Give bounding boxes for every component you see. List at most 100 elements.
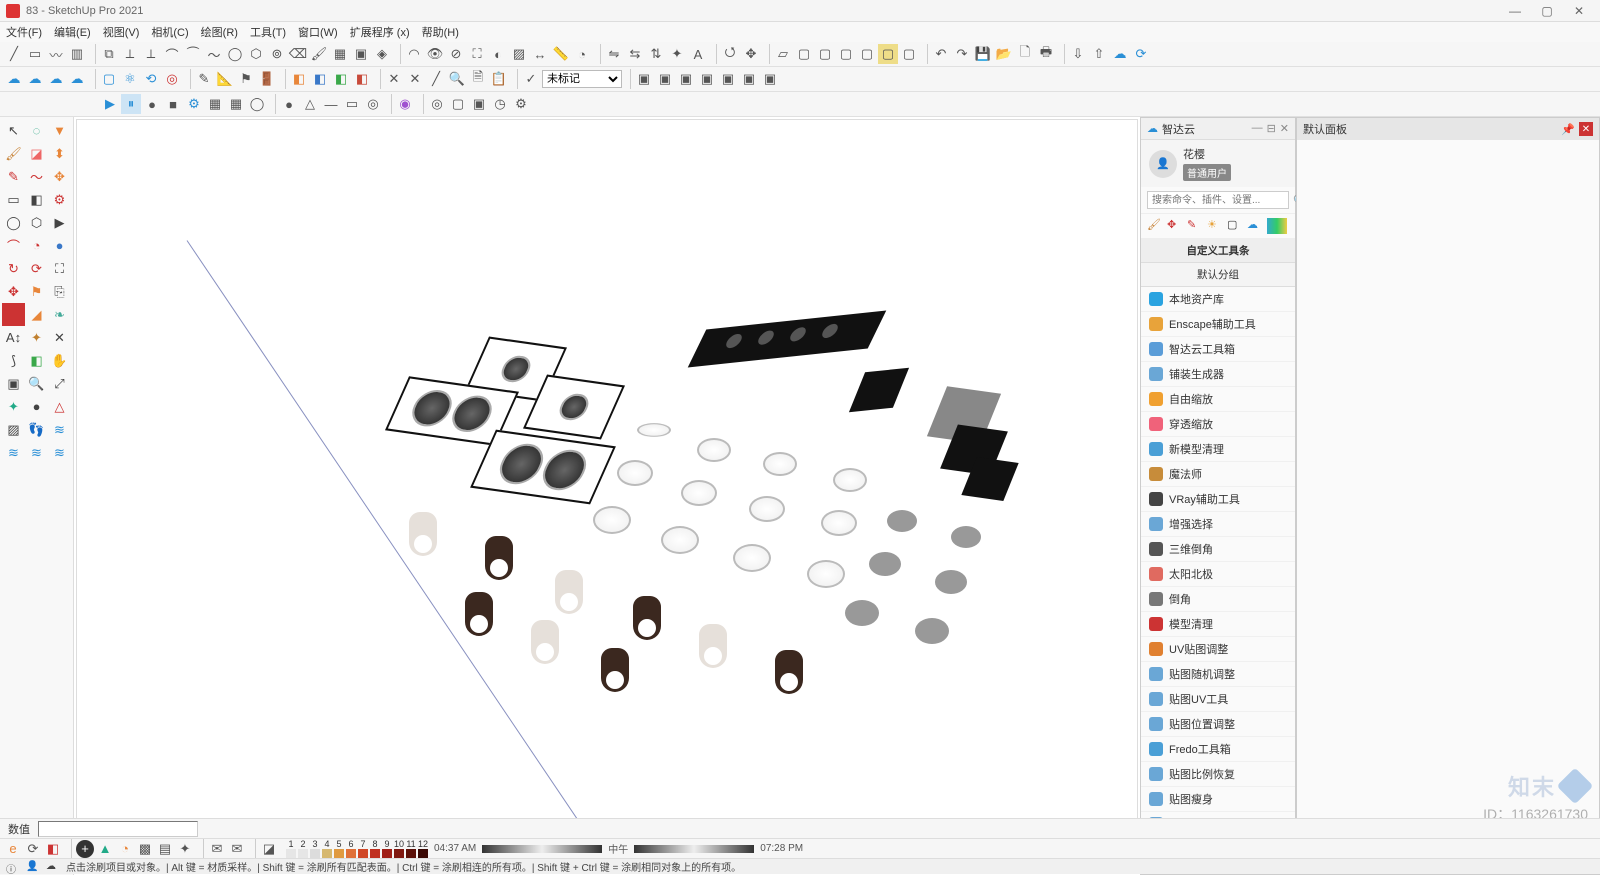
line2-icon[interactable]: ╱ bbox=[426, 69, 446, 89]
g2-icon[interactable]: ▣ bbox=[655, 69, 675, 89]
bt-check-icon[interactable]: ▩ bbox=[136, 840, 154, 858]
cross1-icon[interactable]: ✕ bbox=[384, 69, 404, 89]
qi-box-icon[interactable]: ▢ bbox=[1227, 218, 1243, 234]
front-icon[interactable]: ▢ bbox=[815, 44, 835, 64]
undo-icon[interactable]: ↶ bbox=[931, 44, 951, 64]
circle-tool-icon[interactable]: ◯ bbox=[2, 211, 25, 234]
move-icon[interactable]: ✥ bbox=[48, 165, 71, 188]
stop-icon[interactable]: ■ bbox=[163, 94, 183, 114]
ruler2-icon[interactable]: 📐 bbox=[215, 69, 235, 89]
g3-icon[interactable]: ▣ bbox=[676, 69, 696, 89]
eraser-tool-icon[interactable]: ◪ bbox=[25, 142, 48, 165]
mirror-v-icon[interactable]: ⇅ bbox=[646, 44, 666, 64]
look-icon[interactable]: ◐ bbox=[488, 44, 508, 64]
cloud4-icon[interactable]: ☁ bbox=[67, 69, 87, 89]
plugin-item[interactable]: 贴图比例恢复 bbox=[1141, 762, 1295, 787]
gear2-icon[interactable]: ⚙ bbox=[511, 94, 531, 114]
plugin-close-button[interactable]: ✕ bbox=[1280, 122, 1289, 135]
shade-tri-icon[interactable]: △ bbox=[300, 94, 320, 114]
flip-icon[interactable]: ⇋ bbox=[604, 44, 624, 64]
bt-mail1-icon[interactable]: ✉ bbox=[208, 840, 226, 858]
swatch-orange-icon[interactable]: ◢ bbox=[25, 303, 48, 326]
wave1-icon[interactable]: ≋ bbox=[48, 418, 71, 441]
viewport[interactable] bbox=[76, 119, 1138, 873]
iso-icon[interactable]: ▱ bbox=[773, 44, 793, 64]
plugin-item[interactable]: Enscape辅助工具 bbox=[1141, 312, 1295, 337]
eye-icon[interactable]: 👁 bbox=[425, 44, 445, 64]
feet-icon[interactable]: 👣 bbox=[25, 418, 48, 441]
plugin-item[interactable]: 自由缩放 bbox=[1141, 387, 1295, 412]
minimize-button[interactable]: — bbox=[1500, 2, 1530, 20]
followme-icon[interactable]: ⟳ bbox=[25, 257, 48, 280]
import-icon[interactable]: ⇩ bbox=[1068, 44, 1088, 64]
g6-icon[interactable]: ▣ bbox=[739, 69, 759, 89]
cloud-sync-icon[interactable]: ☁ bbox=[1110, 44, 1130, 64]
qi-sun-icon[interactable]: ☀ bbox=[1207, 218, 1223, 234]
cloud3-icon[interactable]: ☁ bbox=[46, 69, 66, 89]
rotrect-icon[interactable]: ◧ bbox=[25, 188, 48, 211]
status-cloud-icon[interactable]: ☁ bbox=[46, 861, 58, 873]
curve-icon[interactable]: 〜 bbox=[25, 165, 48, 188]
flag2-icon[interactable]: ⚑ bbox=[25, 280, 48, 303]
top-icon[interactable]: ▢ bbox=[794, 44, 814, 64]
hand-icon[interactable]: ✋ bbox=[48, 349, 71, 372]
pan-icon[interactable]: ✥ bbox=[741, 44, 761, 64]
status-help-icon[interactable]: ⓘ bbox=[6, 861, 18, 873]
tag-select[interactable]: 未标记 bbox=[542, 70, 622, 88]
wave3-icon[interactable]: ≋ bbox=[25, 441, 48, 464]
copy-icon[interactable]: ⎘ bbox=[48, 280, 71, 303]
o3-icon[interactable]: ▣ bbox=[469, 94, 489, 114]
pencil-icon[interactable]: ✎ bbox=[2, 165, 25, 188]
plugin-search-input[interactable] bbox=[1147, 191, 1289, 209]
axes2-icon[interactable]: ✦ bbox=[2, 395, 25, 418]
arc1-icon[interactable]: ⌒ bbox=[162, 44, 182, 64]
tape-icon[interactable]: 📏 bbox=[551, 44, 571, 64]
bt-star-icon[interactable]: ✦ bbox=[176, 840, 194, 858]
menu-window[interactable]: 窗口(W) bbox=[298, 24, 338, 40]
section-icon[interactable]: ⧉ bbox=[99, 44, 119, 64]
o4-icon[interactable]: ◷ bbox=[490, 94, 510, 114]
menu-tools-menu[interactable]: 工具(T) bbox=[250, 24, 286, 40]
pie-icon[interactable]: ◔ bbox=[25, 234, 48, 257]
box-blue-icon[interactable]: ◧ bbox=[310, 69, 330, 89]
plugin-item[interactable]: UV贴图调整 bbox=[1141, 637, 1295, 662]
plugin-item[interactable]: 穿透缩放 bbox=[1141, 412, 1295, 437]
plugin-item[interactable]: 增强选择 bbox=[1141, 512, 1295, 537]
left-icon[interactable]: ▢ bbox=[878, 44, 898, 64]
menu-view[interactable]: 视图(V) bbox=[103, 24, 140, 40]
box-orange-icon[interactable]: ◧ bbox=[289, 69, 309, 89]
pause-icon[interactable]: ⏸ bbox=[121, 94, 141, 114]
lasso-icon[interactable]: ◌ bbox=[25, 119, 48, 142]
cloud2-icon[interactable]: ☁ bbox=[25, 69, 45, 89]
leaf-icon[interactable]: ❧ bbox=[48, 303, 71, 326]
maximize-button[interactable]: ▢ bbox=[1532, 2, 1562, 20]
wave2-icon[interactable]: ≋ bbox=[2, 441, 25, 464]
bt-plus-icon[interactable]: + bbox=[76, 840, 94, 858]
select-tool-icon[interactable]: ↖ bbox=[2, 119, 25, 142]
plugin-item[interactable]: VRay辅助工具 bbox=[1141, 487, 1295, 512]
dimension-icon[interactable]: ↔ bbox=[530, 44, 550, 64]
wave4-icon[interactable]: ≋ bbox=[48, 441, 71, 464]
back-icon[interactable]: ▢ bbox=[857, 44, 877, 64]
text-icon[interactable]: A bbox=[688, 44, 708, 64]
walk-icon[interactable]: ⛶ bbox=[467, 44, 487, 64]
selbox-icon[interactable]: ▢ bbox=[99, 69, 119, 89]
erase-icon[interactable]: ⌫ bbox=[288, 44, 308, 64]
close-button[interactable]: ✕ bbox=[1564, 2, 1594, 20]
plugin-pin-button[interactable]: ⊟ bbox=[1267, 122, 1276, 135]
axes-icon[interactable]: ✦ bbox=[667, 44, 687, 64]
gear-anim-icon[interactable]: ⚙ bbox=[184, 94, 204, 114]
plugin-item[interactable]: 贴图随机调整 bbox=[1141, 662, 1295, 687]
right-icon[interactable]: ▢ bbox=[836, 44, 856, 64]
plugin-item[interactable]: 贴图位置调整 bbox=[1141, 712, 1295, 737]
plugin-item[interactable]: 模型清理 bbox=[1141, 612, 1295, 637]
arrow-r-icon[interactable]: ▶ bbox=[48, 211, 71, 234]
g4-icon[interactable]: ▣ bbox=[697, 69, 717, 89]
time-scale[interactable]: 12345678910111204:37 AM中午07:28 PM bbox=[286, 839, 807, 859]
offset-icon[interactable]: ⊚ bbox=[267, 44, 287, 64]
print-icon[interactable]: 🖶 bbox=[1036, 44, 1056, 64]
plugin-item[interactable]: 太阳北极 bbox=[1141, 562, 1295, 587]
qi-pen-icon[interactable]: ✎ bbox=[1187, 218, 1203, 234]
g5-icon[interactable]: ▣ bbox=[718, 69, 738, 89]
search2-icon[interactable]: 🔍 bbox=[447, 69, 467, 89]
